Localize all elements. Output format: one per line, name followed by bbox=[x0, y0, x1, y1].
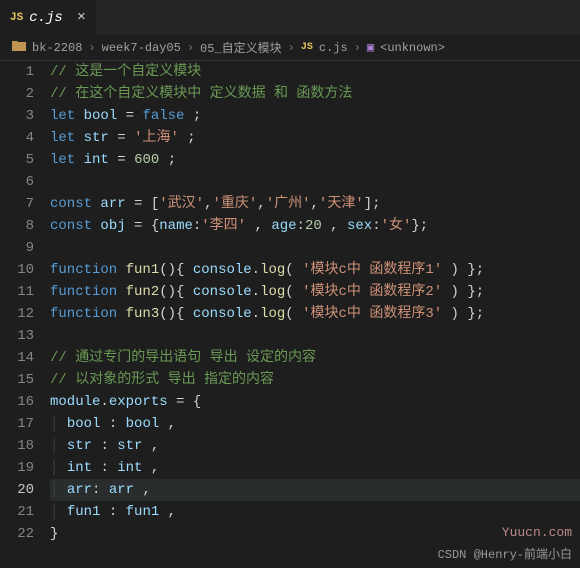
chevron-right-icon: › bbox=[187, 41, 194, 55]
code-line: module.exports = { bbox=[50, 391, 580, 413]
code-area[interactable]: // 这是一个自定义模块 // 在这个自定义模块中 定义数据 和 函数方法 le… bbox=[50, 61, 580, 566]
code-line: // 以对象的形式 导出 指定的内容 bbox=[50, 369, 580, 391]
breadcrumb-seg[interactable]: week7-day05 bbox=[102, 41, 181, 55]
line-number: 11 bbox=[0, 281, 34, 303]
code-line-active: │ arr: arr , bbox=[50, 479, 580, 501]
line-number: 22 bbox=[0, 523, 34, 545]
code-line: let str = '上海' ; bbox=[50, 127, 580, 149]
code-line: // 在这个自定义模块中 定义数据 和 函数方法 bbox=[50, 83, 580, 105]
chevron-right-icon: › bbox=[288, 41, 295, 55]
close-icon[interactable]: × bbox=[77, 9, 86, 26]
js-file-icon: JS bbox=[10, 12, 23, 24]
line-number: 21 bbox=[0, 501, 34, 523]
line-number: 15 bbox=[0, 369, 34, 391]
line-number: 20 bbox=[0, 479, 34, 501]
breadcrumb[interactable]: bk-2208 › week7-day05 › 05_自定义模块 › JS c.… bbox=[0, 35, 580, 61]
symbol-icon: ▣ bbox=[367, 40, 374, 55]
code-line: │ fun1 : fun1 , bbox=[50, 501, 580, 523]
line-number: 13 bbox=[0, 325, 34, 347]
watermark: CSDN @Henry-前端小白 bbox=[438, 545, 572, 562]
code-line bbox=[50, 325, 580, 347]
chevron-right-icon: › bbox=[354, 41, 361, 55]
line-gutter: 12345678910111213141516171819202122 bbox=[0, 61, 50, 566]
code-line: │ int : int , bbox=[50, 457, 580, 479]
code-line: // 通过专门的导出语句 导出 设定的内容 bbox=[50, 347, 580, 369]
code-line: function fun2(){ console.log( '模块c中 函数程序… bbox=[50, 281, 580, 303]
code-line: let int = 600 ; bbox=[50, 149, 580, 171]
line-number: 16 bbox=[0, 391, 34, 413]
watermark: Yuucn.com bbox=[502, 525, 572, 540]
line-number: 10 bbox=[0, 259, 34, 281]
code-line: │ str : str , bbox=[50, 435, 580, 457]
breadcrumb-symbol[interactable]: <unknown> bbox=[380, 41, 445, 55]
js-file-icon: JS bbox=[301, 42, 313, 53]
line-number: 9 bbox=[0, 237, 34, 259]
tab-filename: c.js bbox=[29, 10, 63, 26]
chevron-right-icon: › bbox=[88, 41, 95, 55]
breadcrumb-file[interactable]: c.js bbox=[319, 41, 348, 55]
line-number: 3 bbox=[0, 105, 34, 127]
line-number: 17 bbox=[0, 413, 34, 435]
code-line: function fun1(){ console.log( '模块c中 函数程序… bbox=[50, 259, 580, 281]
line-number: 19 bbox=[0, 457, 34, 479]
line-number: 1 bbox=[0, 61, 34, 83]
code-line: const obj = {name:'李四' , age:20 , sex:'女… bbox=[50, 215, 580, 237]
code-line: let bool = false ; bbox=[50, 105, 580, 127]
line-number: 5 bbox=[0, 149, 34, 171]
code-line: const arr = ['武汉','重庆','广州','天津']; bbox=[50, 193, 580, 215]
code-line bbox=[50, 237, 580, 259]
code-line: │ bool : bool , bbox=[50, 413, 580, 435]
line-number: 8 bbox=[0, 215, 34, 237]
file-tab[interactable]: JS c.js × bbox=[0, 0, 97, 35]
line-number: 14 bbox=[0, 347, 34, 369]
tab-bar: JS c.js × bbox=[0, 0, 580, 35]
code-line bbox=[50, 171, 580, 193]
line-number: 18 bbox=[0, 435, 34, 457]
line-number: 7 bbox=[0, 193, 34, 215]
code-line: // 这是一个自定义模块 bbox=[50, 61, 580, 83]
breadcrumb-seg[interactable]: bk-2208 bbox=[32, 41, 82, 55]
line-number: 4 bbox=[0, 127, 34, 149]
code-editor[interactable]: 12345678910111213141516171819202122 // 这… bbox=[0, 61, 580, 566]
code-line: } bbox=[50, 523, 580, 545]
folder-icon bbox=[12, 40, 26, 56]
breadcrumb-seg[interactable]: 05_自定义模块 bbox=[200, 39, 282, 56]
code-line: function fun3(){ console.log( '模块c中 函数程序… bbox=[50, 303, 580, 325]
line-number: 2 bbox=[0, 83, 34, 105]
line-number: 6 bbox=[0, 171, 34, 193]
line-number: 12 bbox=[0, 303, 34, 325]
